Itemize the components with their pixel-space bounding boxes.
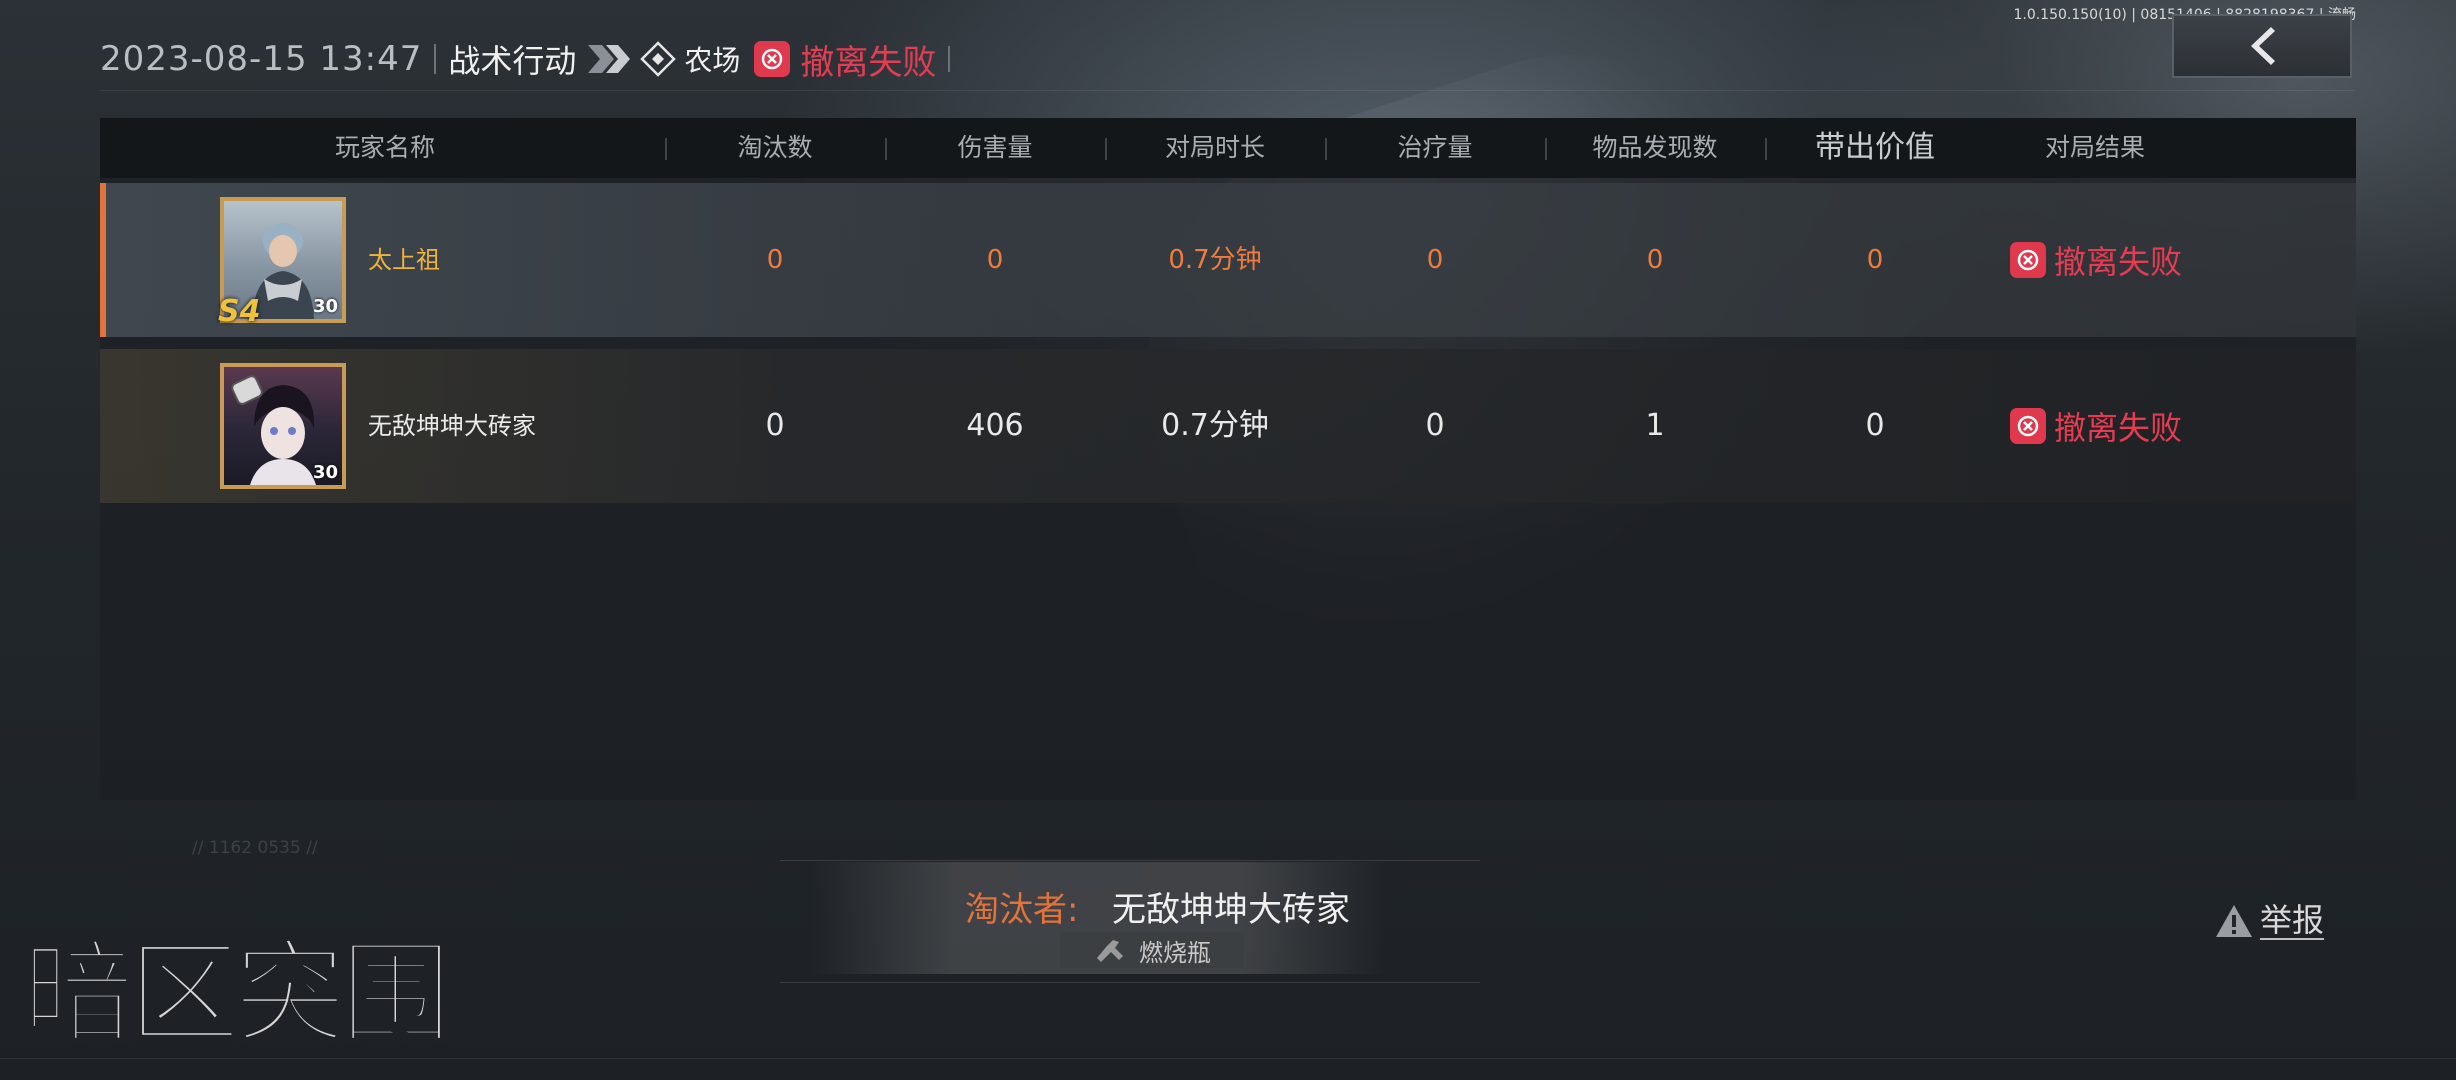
table-header: 玩家名称 淘汰数 伤害量 对局时长 治疗量 物品发现数 带出价值 对局结果 [100,118,2356,178]
column-header: 对局结果 [2044,133,2145,162]
column-divider [1765,138,1767,160]
killer-top-line [780,860,1480,861]
column-header: 伤害量 [957,133,1033,162]
dogtag-icon [231,375,263,405]
extracted-value: 0 [1865,408,1885,443]
season-badge: S4 [218,294,261,329]
self-row-accent [100,183,106,337]
duration-value: 0.7分钟 [1161,408,1269,443]
logo-text: 暗区突围 [22,929,446,1059]
healing-value: 0 [1426,245,1444,275]
player-level: 30 [312,462,338,483]
table-row[interactable]: 30 无敌坤坤大砖家 0 406 0.7分钟 0 1 0 撤离失败 [100,349,2356,503]
player-name[interactable]: 无敌坤坤大砖家 [368,349,536,503]
match-result: 撤离失败 [2010,183,2182,337]
player-level: 30 [312,296,338,317]
report-button[interactable]: 举报 [2214,902,2325,940]
back-arrow-icon [2251,27,2275,65]
match-mode: 战术行动 [448,42,577,80]
report-label[interactable]: 举报 [2260,902,2325,940]
column-divider [885,138,887,160]
column-header: 带出价值 [1815,130,1935,165]
damage-value: 0 [986,245,1004,275]
killer-bottom-line [780,982,1480,983]
killer-name[interactable]: 无敌坤坤大砖家 [1112,882,1350,931]
killer-weapon: 燃烧瓶 [1060,932,1244,968]
header-divider [434,44,437,74]
warning-icon [2216,905,2252,937]
scoreboard-table: 玩家名称 淘汰数 伤害量 对局时长 治疗量 物品发现数 带出价值 对局结果 30… [100,118,2356,800]
column-header: 玩家名称 [334,133,435,162]
items-found-value: 1 [1645,408,1665,443]
column-header: 对局时长 [1164,133,1265,162]
killer-panel: 淘汰者: 无敌坤坤大砖家 燃烧瓶 [810,862,1386,974]
column-header: 淘汰数 [737,133,813,162]
column-divider [1105,138,1107,160]
match-status: 撤离失败 [800,42,937,83]
column-header: 物品发现数 [1592,133,1718,162]
column-divider [665,138,667,160]
duration-value: 0.7分钟 [1168,245,1262,275]
footer-line [0,1058,2456,1059]
map-name: 农场 [684,44,741,77]
player-name[interactable]: 太上祖 [368,183,440,337]
game-logo: 暗区突围 [22,928,454,1061]
match-result: 撤离失败 [2010,349,2182,503]
weapon-name: 燃烧瓶 [1139,938,1211,967]
result-text: 撤离失败 [2054,243,2183,281]
healing-value: 0 [1425,408,1445,443]
decorative-code-text: // 1162 0535 // [192,838,318,858]
extraction-failed-icon [2010,242,2046,278]
extraction-failed-icon [2010,408,2046,444]
match-datetime: 2023-08-15 13:47 [100,39,423,79]
damage-value: 406 [966,408,1024,443]
match-header: 2023-08-15 13:47 战术行动 农场 撤离失败 [100,30,951,88]
header-divider [948,46,951,72]
column-divider [1325,138,1327,160]
molotov-icon [1097,940,1123,962]
column-divider [1545,138,1547,160]
kills-value: 0 [766,245,784,275]
header-underline [100,90,2355,91]
extraction-failed-icon [754,41,791,77]
double-chevron-icon [588,45,631,73]
map-diamond-icon [640,41,677,77]
result-text: 撤离失败 [2054,409,2183,447]
killer-label: 淘汰者: [965,890,1079,930]
table-row[interactable]: 30 S4 太上祖 0 0 0.7分钟 0 0 0 撤离失败 [100,183,2356,337]
extracted-value: 0 [1866,245,1884,275]
back-button[interactable] [2172,14,2352,78]
avatar[interactable]: 30 [220,363,346,489]
kills-value: 0 [765,408,785,443]
column-header: 治疗量 [1397,133,1473,162]
items-found-value: 0 [1646,245,1664,275]
